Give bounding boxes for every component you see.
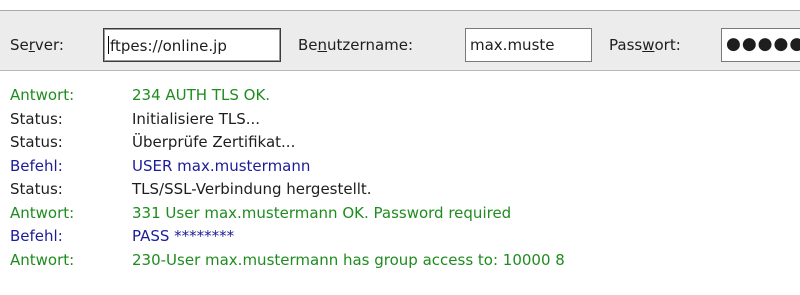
username-input[interactable]: max.muste xyxy=(465,28,592,62)
log-message: 234 AUTH TLS OK. xyxy=(132,86,271,104)
log-row: Befehl: USER max.mustermann xyxy=(0,155,800,179)
log-row: Status: Initialisiere TLS... xyxy=(0,108,800,132)
log-row: Antwort: 230-User max.mustermann has gro… xyxy=(0,249,800,273)
log-type: Antwort: xyxy=(10,203,75,222)
log-row: Status: TLS/SSL-Verbindung hergestellt. xyxy=(0,178,800,202)
username-label: Benutzername: xyxy=(298,36,414,54)
log-type: Befehl: xyxy=(10,227,63,245)
log-message: Überprüfe Zertifikat... xyxy=(132,133,296,151)
log-row: Antwort: 331 User max.mustermann OK. Pas… xyxy=(0,202,800,226)
password-label: Passwort: xyxy=(609,36,681,54)
log-message: PASS ******** xyxy=(132,227,235,245)
log-message: TLS/SSL-Verbindung hergestellt. xyxy=(132,180,372,198)
log-type: Befehl: xyxy=(10,156,63,175)
message-log[interactable]: Antwort: 234 AUTH TLS OK. Status: Initia… xyxy=(0,84,800,272)
quickconnect-bar: Server: ftpes://online.jp Benutzername: … xyxy=(0,11,800,71)
log-row: Status: Überprüfe Zertifikat... xyxy=(0,131,800,155)
ftp-client-window: Server: ftpes://online.jp Benutzername: … xyxy=(0,0,800,295)
log-row: Befehl: PASS ******** xyxy=(0,225,800,249)
server-label: Server: xyxy=(10,36,64,54)
log-message: 331 User max.mustermann OK. Password req… xyxy=(132,203,512,222)
log-type: Antwort: xyxy=(10,250,75,269)
log-type: Antwort: xyxy=(10,86,75,104)
password-input[interactable]: ●●●●● xyxy=(721,28,800,62)
log-message: USER max.mustermann xyxy=(132,156,311,175)
log-message: Initialisiere TLS... xyxy=(132,109,261,128)
server-input[interactable]: ftpes://online.jp xyxy=(103,28,281,62)
log-type: Status: xyxy=(10,109,63,128)
log-row: Antwort: 234 AUTH TLS OK. xyxy=(0,84,800,108)
log-message: 230-User max.mustermann has group access… xyxy=(132,250,565,269)
text-caret xyxy=(108,36,109,54)
log-type: Status: xyxy=(10,180,63,198)
log-type: Status: xyxy=(10,133,63,151)
